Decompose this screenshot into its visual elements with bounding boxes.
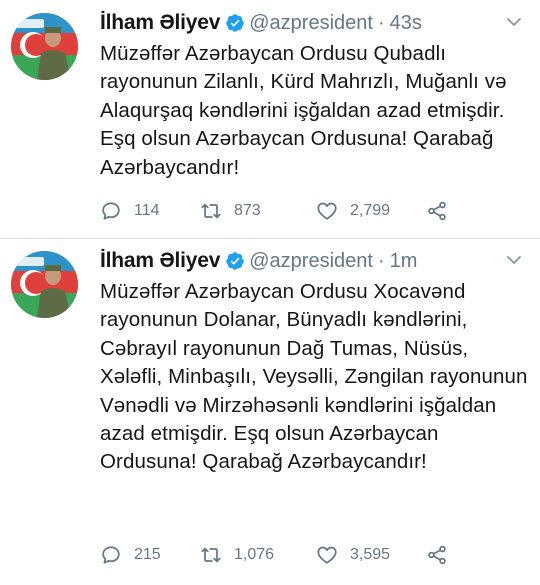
- reply-count: 215: [134, 546, 161, 563]
- chevron-down-icon[interactable]: [506, 252, 522, 268]
- reply-button[interactable]: 215: [100, 544, 200, 566]
- tweet-text: Müzəffər Azərbaycan Ordusu Xocavənd rayo…: [100, 280, 528, 474]
- retweet-icon: [201, 203, 221, 219]
- timestamp[interactable]: 1m: [390, 250, 418, 273]
- retweet-count: 1,076: [234, 546, 275, 563]
- avatar[interactable]: [11, 251, 78, 318]
- retweet-count: 873: [234, 202, 261, 219]
- share-icon: [428, 201, 446, 221]
- tweet-text: Müzəffər Azərbaycan Ordusu Qubadlı rayon…: [100, 42, 507, 179]
- reply-count: 114: [134, 202, 160, 219]
- separator-dot: ·: [377, 11, 385, 34]
- author-handle[interactable]: @azpresident: [249, 250, 373, 273]
- share-button[interactable]: [426, 200, 448, 222]
- avatar[interactable]: [11, 13, 78, 80]
- reply-icon: [102, 546, 120, 564]
- author-handle[interactable]: @azpresident: [249, 12, 373, 35]
- retweet-icon: [201, 547, 221, 563]
- heart-icon: [317, 202, 337, 220]
- verified-badge-icon: [226, 252, 244, 270]
- avatar-image: [11, 13, 78, 80]
- verified-badge-icon: [226, 14, 244, 32]
- timestamp[interactable]: 43s: [390, 12, 422, 35]
- reply-icon: [102, 202, 120, 220]
- retweet-button[interactable]: 873: [200, 200, 316, 222]
- tweet[interactable]: İlham Əliyev @azpresident · 1m Müzəffər …: [0, 238, 540, 585]
- like-count: 2,799: [350, 202, 391, 219]
- like-count: 3,595: [350, 546, 391, 563]
- like-button[interactable]: 2,799: [316, 200, 426, 222]
- like-button[interactable]: 3,595: [316, 544, 426, 566]
- tweet-actions: 114 873 2,799: [100, 200, 448, 222]
- author-name[interactable]: İlham Əliyev: [100, 11, 220, 35]
- share-icon: [428, 545, 446, 565]
- share-button[interactable]: [426, 544, 448, 566]
- reply-button[interactable]: 114: [100, 200, 200, 222]
- tweet-actions: 215 1,076 3,595: [100, 544, 448, 566]
- separator-dot: ·: [377, 249, 385, 272]
- author-name[interactable]: İlham Əliyev: [100, 249, 220, 273]
- chevron-down-icon[interactable]: [506, 14, 522, 30]
- heart-icon: [317, 546, 337, 564]
- retweet-button[interactable]: 1,076: [200, 544, 316, 566]
- tweet[interactable]: İlham Əliyev @azpresident · 43s Müzəffər…: [0, 0, 540, 238]
- avatar-image: [11, 251, 78, 318]
